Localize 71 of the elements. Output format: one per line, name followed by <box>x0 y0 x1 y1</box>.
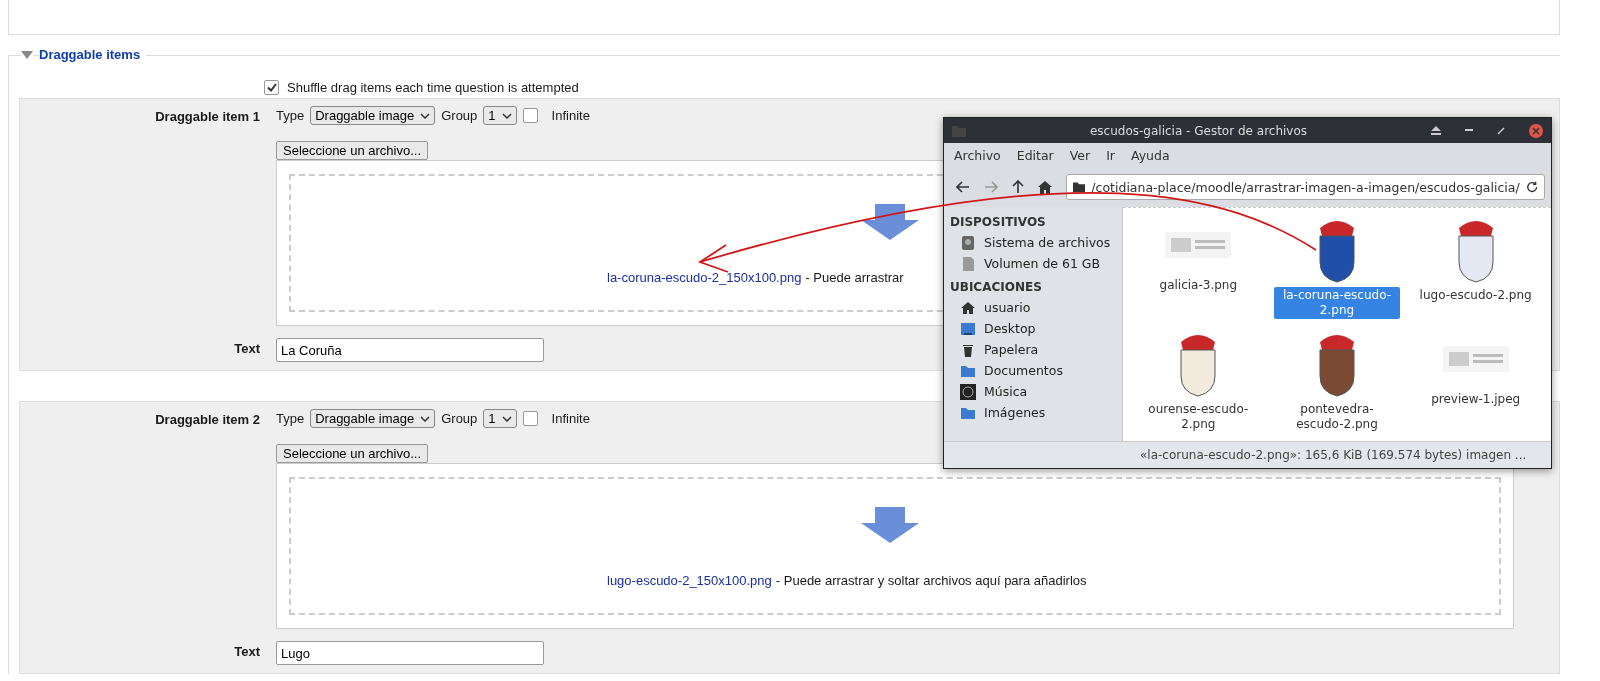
maximize-icon[interactable] <box>1497 126 1505 135</box>
caret-icon <box>420 112 431 119</box>
shuffle-label: Shuffle drag items each time question is attempted <box>287 80 579 95</box>
menu-item[interactable]: Editar <box>1016 148 1054 163</box>
infinite-checkbox[interactable] <box>522 411 538 426</box>
eject-icon[interactable] <box>1431 126 1441 135</box>
collapse-triangle-icon[interactable] <box>21 50 33 59</box>
sidebar-item[interactable]: Imágenes <box>950 402 1122 423</box>
file-name[interactable]: galicia-3.png <box>1156 277 1241 294</box>
file-drop-zone[interactable]: lugo-escudo-2_150x100.png - Puede arrastrar y soltar archivos aquí para añadirlos <box>276 463 1514 629</box>
menu-item[interactable]: Ir <box>1106 148 1115 163</box>
group-select[interactable]: 1 <box>483 409 517 428</box>
type-select[interactable]: Draggable image <box>310 106 436 125</box>
type-label: Type <box>276 411 305 426</box>
up-arrow-icon[interactable] <box>1012 180 1024 194</box>
text-label: Text <box>233 643 260 661</box>
text-label: Text <box>233 340 260 358</box>
desktop-icon <box>960 320 976 337</box>
sd-card-icon <box>960 255 976 272</box>
close-icon[interactable] <box>1529 123 1543 138</box>
path-field[interactable]: /cotidiana-place/moodle/arrastrar-imagen-a-imagen/escudos-galicia/ <box>1066 174 1545 200</box>
caret-icon <box>501 415 512 422</box>
minimize-icon[interactable] <box>1465 129 1473 132</box>
sidebar-item[interactable]: Sistema de archivos <box>950 232 1122 253</box>
group-select[interactable]: 1 <box>483 106 517 125</box>
down-arrow-icon <box>861 204 919 240</box>
menu-item[interactable]: Ayuda <box>1131 148 1170 163</box>
file-name[interactable]: la-coruna-escudo-2.png <box>1274 287 1400 319</box>
type-label: Type <box>276 108 305 123</box>
choose-file-button[interactable]: Seleccione un archivo... <box>276 141 429 160</box>
file-link[interactable]: lugo-escudo-2_150x100.png <box>607 573 772 588</box>
infinite-label: Infinite <box>551 411 590 426</box>
file-name[interactable]: pontevedra-escudo-2.png <box>1274 400 1400 433</box>
sidebar-heading: DISPOSITIVOS <box>950 215 1047 229</box>
reload-icon[interactable] <box>1525 180 1538 194</box>
item-label: Draggable item 1 <box>154 108 260 126</box>
drop-hint: - Puede arrastrar <box>805 270 904 285</box>
drive-icon <box>960 234 976 251</box>
sidebar-item[interactable]: Papelera <box>950 339 1122 360</box>
window-title: escudos-galicia - Gestor de archivos <box>1088 123 1309 138</box>
text-input[interactable]: Lugo <box>276 641 544 665</box>
menu-item[interactable]: Ver <box>1069 148 1091 163</box>
sidebar-item[interactable]: usuario <box>950 297 1122 318</box>
folder-icon <box>1073 181 1086 193</box>
sidebar-item[interactable]: Música <box>950 381 1122 402</box>
home-icon[interactable] <box>1038 180 1052 194</box>
infinite-label: Infinite <box>551 108 590 123</box>
type-select[interactable]: Draggable image <box>310 409 436 428</box>
group-label: Group <box>441 108 478 123</box>
drop-hint: - Puede arrastrar y soltar archivos aquí para añadirlos <box>775 573 1087 588</box>
sidebar-heading: UBICACIONES <box>950 280 1043 294</box>
status-bar: «la-coruna-escudo-2.png»: 165,6 KiB (169.574 bytes) imagen ... <box>944 441 1551 468</box>
shuffle-checkbox[interactable] <box>264 80 279 95</box>
menu-item[interactable]: Archivo <box>954 148 1001 163</box>
group-label: Group <box>441 411 478 426</box>
file-link[interactable]: la-coruna-escudo-2_150x100.png <box>607 270 802 285</box>
sidebar-item[interactable]: Documentos <box>950 360 1122 381</box>
sidebar-item[interactable]: Volumen de 61 GB <box>950 253 1122 274</box>
item-label: Draggable item 2 <box>154 411 260 429</box>
back-arrow-icon[interactable] <box>956 181 970 193</box>
infinite-checkbox[interactable] <box>522 108 538 123</box>
caret-icon <box>501 112 512 119</box>
text-input[interactable]: La Coruña <box>276 338 544 362</box>
caret-icon <box>420 415 431 422</box>
down-arrow-icon <box>861 507 919 543</box>
music-icon <box>960 383 976 400</box>
file-name[interactable]: preview-1.jpeg <box>1428 390 1524 408</box>
home-icon <box>960 299 976 316</box>
section-title[interactable]: Draggable items <box>39 47 147 62</box>
choose-file-button[interactable]: Seleccione un archivo... <box>276 444 429 463</box>
file-name[interactable]: ourense-escudo-2.png <box>1135 400 1262 433</box>
